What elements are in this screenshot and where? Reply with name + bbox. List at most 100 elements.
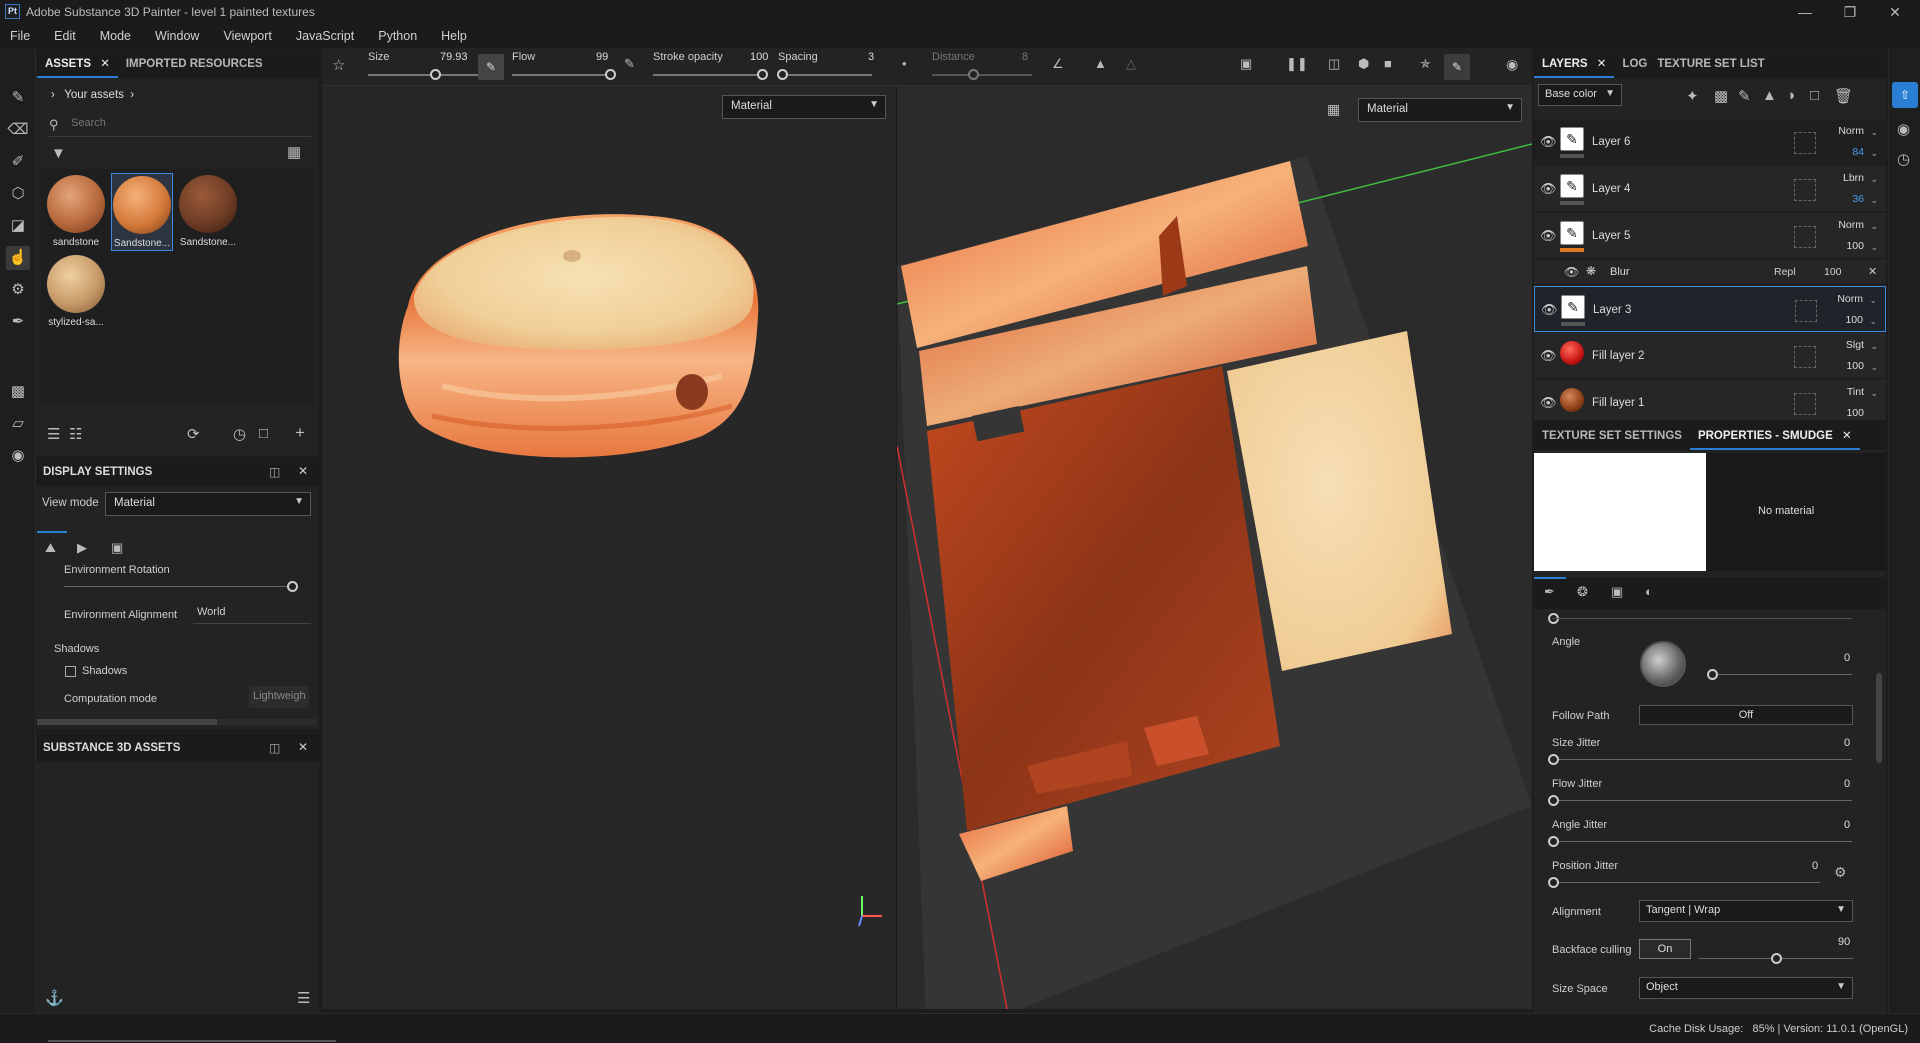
asset-item[interactable]: Sandstone... <box>177 173 239 251</box>
tab-imported-resources[interactable]: IMPORTED RESOURCES <box>118 51 271 78</box>
tool-preset-icon[interactable]: ☆ <box>332 56 345 74</box>
size-jitter-slider[interactable] <box>1552 759 1852 760</box>
close-icon[interactable]: ✕ <box>298 464 308 478</box>
flow-jitter-value[interactable]: 0 <box>1844 778 1850 790</box>
spacing-slider[interactable] <box>782 74 872 76</box>
polygon-fill-icon[interactable]: ◪ <box>6 214 30 238</box>
spacing-slider-knob[interactable] <box>777 69 788 80</box>
effect-row[interactable]: 👁 ❋ Blur Repl 100 ✕ <box>1534 260 1886 285</box>
close-icon[interactable]: ✕ <box>100 58 110 70</box>
follow-path-toggle[interactable]: Off <box>1639 705 1853 725</box>
blend-mode[interactable]: Norm <box>1838 219 1864 231</box>
layer-mask[interactable] <box>1795 300 1817 322</box>
asset-item[interactable]: Sandstone... <box>111 173 173 251</box>
visibility-eye-icon[interactable]: 👁 <box>1540 348 1557 364</box>
layer-opacity[interactable]: 36 <box>1852 193 1864 205</box>
size-space-dropdown[interactable]: Object ▼ <box>1639 977 1853 999</box>
visibility-eye-icon[interactable]: 👁 <box>1564 265 1579 279</box>
chevron-down-icon[interactable]: ⌄ <box>1870 242 1878 253</box>
symmetry-icon[interactable]: ▲ <box>1094 56 1107 71</box>
menu-help[interactable]: Help <box>437 29 471 43</box>
blend-mode[interactable]: Norm <box>1838 125 1864 137</box>
slider-knob[interactable] <box>1707 669 1718 680</box>
layer-opacity[interactable]: 100 <box>1846 240 1864 252</box>
chevron-down-icon[interactable]: ⌄ <box>1870 148 1878 159</box>
material-icon[interactable]: ◐ <box>1645 584 1653 599</box>
viewport-2d[interactable]: ▦ Material ▼ <box>897 86 1532 1009</box>
3d-view-icon[interactable]: ⬢ <box>1358 56 1369 72</box>
chevron-down-icon[interactable]: ⌄ <box>1870 362 1878 373</box>
add-fill-layer-icon[interactable]: ▲ <box>1762 87 1777 104</box>
menu-python[interactable]: Python <box>374 29 421 43</box>
screenshot-icon[interactable]: ◉ <box>1506 56 1518 73</box>
viewer-icon[interactable]: ▣ <box>111 540 123 556</box>
eraser-icon[interactable]: ⌫ <box>6 118 30 142</box>
pressure-size-icon[interactable]: ✎ <box>478 54 504 80</box>
slider-knob[interactable] <box>1771 953 1782 964</box>
search-bar[interactable]: ⚲ <box>49 115 311 137</box>
alignment-dropdown[interactable]: Tangent | Wrap ▼ <box>1639 900 1853 922</box>
shadows-checkbox[interactable] <box>65 666 76 677</box>
spacing-value[interactable]: 3 <box>868 51 874 63</box>
brush-settings-icon[interactable]: ✒ <box>1544 584 1555 600</box>
computation-mode-field[interactable]: Lightweigh <box>249 686 309 708</box>
undock-icon[interactable]: ◫ <box>269 741 280 755</box>
angle-slider[interactable] <box>1712 674 1852 675</box>
tab-texture-set-list[interactable]: TEXTURE SET LIST <box>1655 51 1766 78</box>
effect-blend[interactable]: Repl <box>1774 266 1796 278</box>
render-mode-icon[interactable]: ✯ <box>1420 56 1431 72</box>
geometry-fill-icon[interactable]: ⬡ <box>6 182 30 206</box>
camera-settings-icon[interactable]: ▶ <box>77 540 87 556</box>
measure-icon[interactable]: ▱ <box>6 412 30 436</box>
symmetry-off-icon[interactable]: △ <box>1126 56 1136 72</box>
add-paint-layer-icon[interactable]: ✎ <box>1738 87 1751 105</box>
minimize-icon[interactable]: — <box>1787 2 1823 22</box>
add-icon[interactable]: + <box>295 423 305 443</box>
lazy-mouse-icon[interactable]: • <box>902 56 907 71</box>
anchor-icon[interactable]: ⚓ <box>45 989 64 1007</box>
layer-opacity[interactable]: 100 <box>1846 360 1864 372</box>
refresh-icon[interactable]: ⟳ <box>187 425 200 443</box>
angle-jitter-slider[interactable] <box>1552 841 1852 842</box>
alpha-icon[interactable]: ❂ <box>1577 584 1588 600</box>
color-picker-icon[interactable]: ✒ <box>6 310 30 334</box>
flow-jitter-slider[interactable] <box>1552 800 1852 801</box>
add-smart-material-icon[interactable]: ◑ <box>1786 87 1795 104</box>
layer-row[interactable]: 👁 ✎ Layer 4 Lbrn 36 ⌄ ⌄ <box>1534 166 1886 212</box>
layer-mask[interactable] <box>1794 179 1816 201</box>
restore-icon[interactable]: ❐ <box>1832 2 1868 22</box>
distance-value[interactable]: 8 <box>1022 51 1028 63</box>
menu-edit[interactable]: Edit <box>50 29 80 43</box>
effect-opacity[interactable]: 100 <box>1824 266 1842 278</box>
close-icon[interactable]: ✕ <box>298 740 308 754</box>
flow-value[interactable]: 99 <box>596 51 608 63</box>
mask-add-icon[interactable]: ▩ <box>1714 87 1728 105</box>
blend-mode[interactable]: Lbrn <box>1843 172 1864 184</box>
angle-jitter-value[interactable]: 0 <box>1844 819 1850 831</box>
tab-assets[interactable]: ASSETS ✕ <box>37 51 118 78</box>
menu-icon[interactable]: ☰ <box>297 989 310 1007</box>
pause-icon[interactable]: ❚❚ <box>1286 56 1308 72</box>
uv-map-render[interactable] <box>897 86 1532 1009</box>
size-value[interactable]: 79.93 <box>440 51 468 63</box>
shelf-icon[interactable]: ◉ <box>1897 120 1910 138</box>
layer-row[interactable]: 👁 ✎ Layer 6 Norm 84 ⌄ ⌄ <box>1534 119 1886 165</box>
material-preview[interactable] <box>1534 453 1706 571</box>
layer-row[interactable]: 👁 Fill layer 2 Slgt 100 ⌄ ⌄ <box>1534 333 1886 379</box>
viewport-3d[interactable]: Material ▼ <box>322 86 896 1009</box>
slider-knob[interactable] <box>287 581 298 592</box>
visibility-eye-icon[interactable]: 👁 <box>1540 181 1557 197</box>
close-icon[interactable]: ✕ <box>1842 430 1852 442</box>
close-icon[interactable]: ✕ <box>1597 58 1607 70</box>
menu-mode[interactable]: Mode <box>96 29 135 43</box>
scrollbar[interactable] <box>37 719 317 725</box>
search-input[interactable] <box>71 117 301 129</box>
grid-view-icon[interactable]: ▦ <box>287 143 301 161</box>
tab-texture-set-settings[interactable]: TEXTURE SET SETTINGS <box>1534 423 1690 450</box>
visibility-eye-icon[interactable]: 👁 <box>1540 395 1557 411</box>
settings-gear-icon[interactable]: ⚙ <box>1834 864 1847 881</box>
menu-window[interactable]: Window <box>151 29 203 43</box>
fit-view-icon[interactable]: ▣ <box>1240 56 1252 72</box>
slider-knob[interactable] <box>1548 836 1559 847</box>
close-icon[interactable]: ✕ <box>1868 265 1877 278</box>
